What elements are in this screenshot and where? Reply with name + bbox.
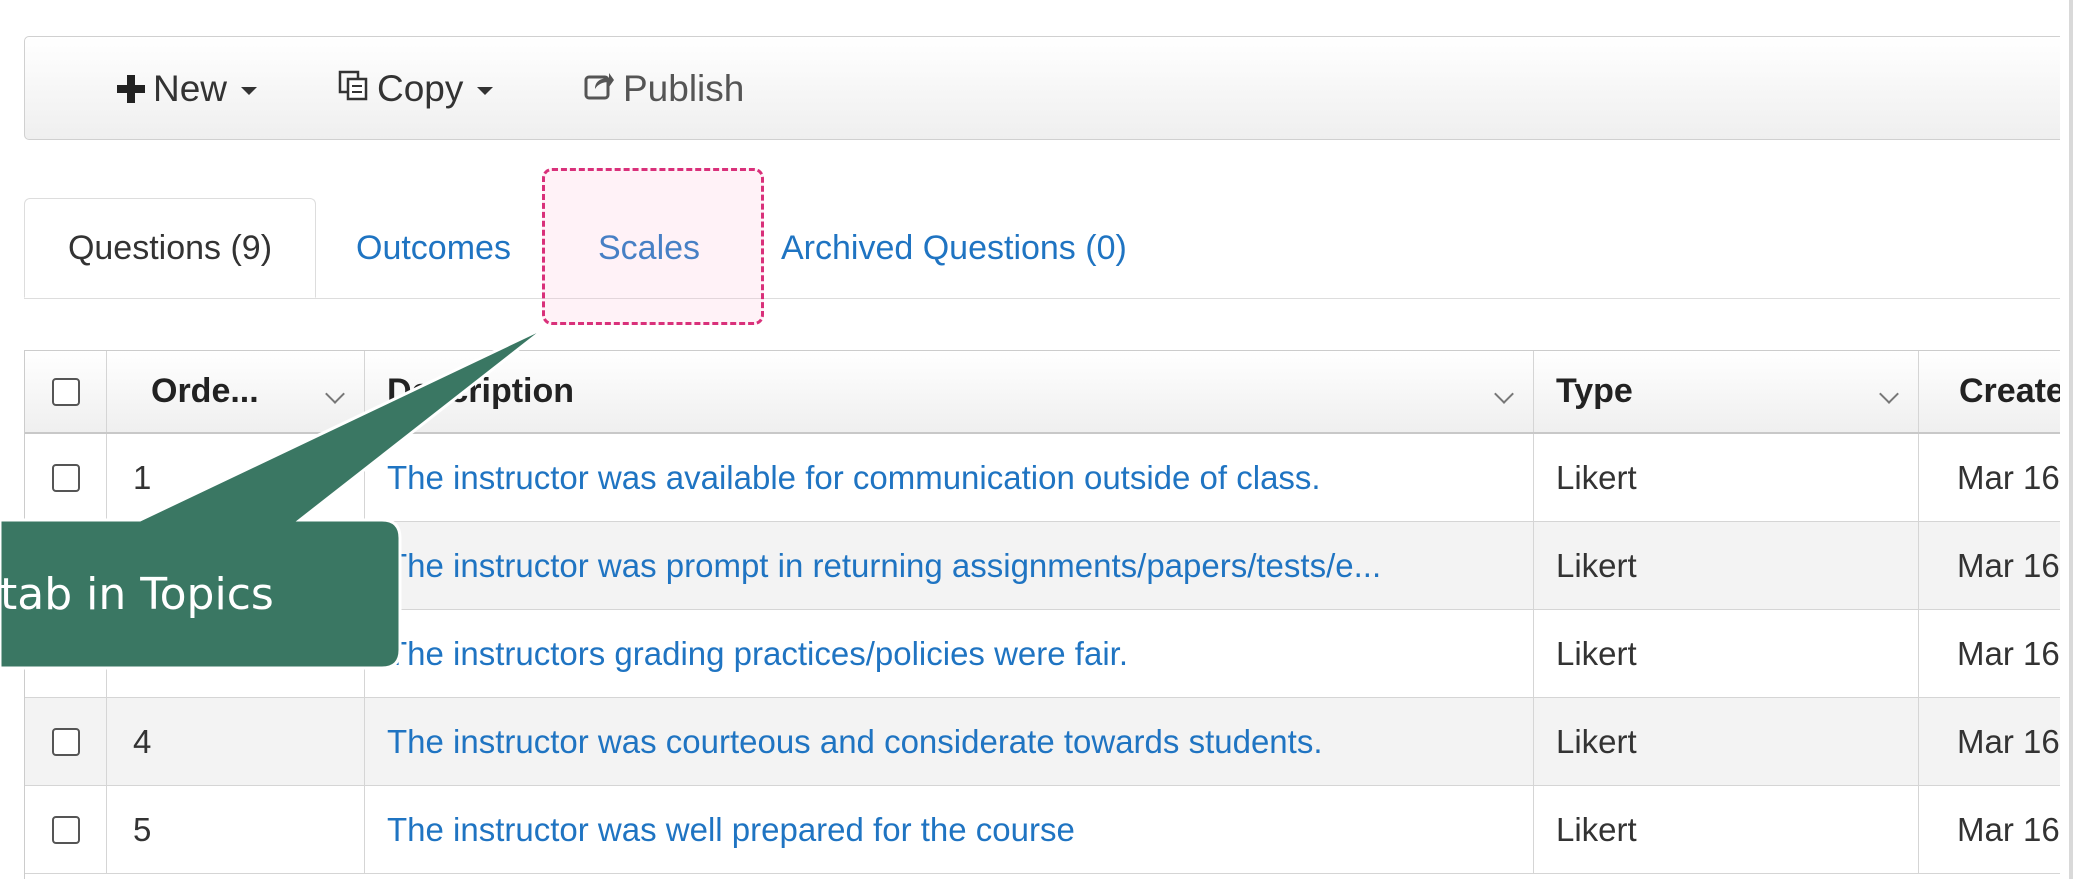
plus-icon: [117, 75, 145, 103]
row-checkbox[interactable]: [51, 463, 80, 492]
created-cell: Mar 16 20: [1957, 810, 2079, 848]
column-header-order-label: Orde...: [151, 372, 259, 410]
column-header-type[interactable]: Type: [1534, 351, 1919, 432]
table-row[interactable]: 5 The instructor was well prepared for t…: [25, 786, 2079, 874]
order-cell: 5: [107, 786, 365, 873]
copy-icon: [337, 68, 369, 110]
row-select-cell: [25, 434, 107, 521]
created-cell: Mar 16 20: [1957, 722, 2079, 760]
new-button-label: New: [153, 68, 228, 109]
order-cell: 4: [107, 698, 365, 785]
type-cell: Likert: [1534, 434, 1919, 521]
publish-button-label: Publish: [623, 68, 745, 109]
callout-text: tab in Topics: [0, 568, 274, 620]
chevron-down-icon[interactable]: [1494, 384, 1514, 404]
type-cell: Likert: [1534, 786, 1919, 873]
tab-questions[interactable]: Questions (9): [24, 198, 316, 298]
type-cell: Likert: [1534, 698, 1919, 785]
question-link[interactable]: The instructor was courteous and conside…: [365, 698, 1534, 785]
column-header-description[interactable]: Description: [365, 351, 1534, 432]
select-all-cell: [25, 351, 107, 432]
row-checkbox[interactable]: [51, 815, 80, 844]
frame-divider: [2069, 0, 2073, 879]
column-header-description-label: Description: [387, 372, 575, 410]
table-row[interactable]: 4 The instructor was courteous and consi…: [25, 698, 2079, 786]
question-link[interactable]: The instructor was available for communi…: [365, 434, 1534, 521]
tab-outcomes[interactable]: Outcomes: [356, 198, 511, 298]
caret-down-icon: [477, 87, 494, 95]
select-all-checkbox[interactable]: [51, 377, 80, 406]
chevron-down-icon[interactable]: [325, 384, 345, 404]
created-cell: Mar 16 20: [1957, 546, 2079, 584]
frame-edge: [2060, 0, 2100, 879]
column-header-type-label: Type: [1556, 372, 1633, 410]
table-header: Orde... Description Type Created: [25, 350, 2079, 434]
toolbar: New Copy Publish: [24, 36, 2069, 140]
type-cell: Likert: [1534, 610, 1919, 697]
created-cell: Mar 16 20: [1957, 458, 2079, 496]
publish-button[interactable]: Publish: [583, 37, 744, 141]
caret-down-icon: [241, 87, 258, 95]
column-header-order[interactable]: Orde...: [107, 351, 365, 432]
type-cell: Likert: [1534, 522, 1919, 609]
tab-bar: Questions (9) Outcomes Scales Archived Q…: [24, 198, 2069, 299]
row-select-cell: [25, 698, 107, 785]
chevron-down-icon[interactable]: [1879, 384, 1899, 404]
table-row[interactable]: 1 The instructor was available for commu…: [25, 434, 2079, 522]
copy-button[interactable]: Copy: [337, 37, 494, 141]
question-link[interactable]: The instructor was prompt in returning a…: [365, 522, 1534, 609]
tab-archived-questions[interactable]: Archived Questions (0): [781, 198, 1127, 298]
row-checkbox[interactable]: [51, 727, 80, 756]
share-icon: [583, 68, 615, 110]
question-link[interactable]: The instructors grading practices/polici…: [365, 610, 1534, 697]
created-cell: Mar 16 20: [1957, 634, 2079, 672]
copy-button-label: Copy: [377, 68, 464, 109]
new-button[interactable]: New: [117, 37, 258, 141]
scales-tab-highlight: [542, 168, 764, 325]
order-cell: 1: [107, 434, 365, 521]
question-link[interactable]: The instructor was well prepared for the…: [365, 786, 1534, 873]
row-select-cell: [25, 786, 107, 873]
column-header-created[interactable]: Created: [1919, 351, 2079, 432]
